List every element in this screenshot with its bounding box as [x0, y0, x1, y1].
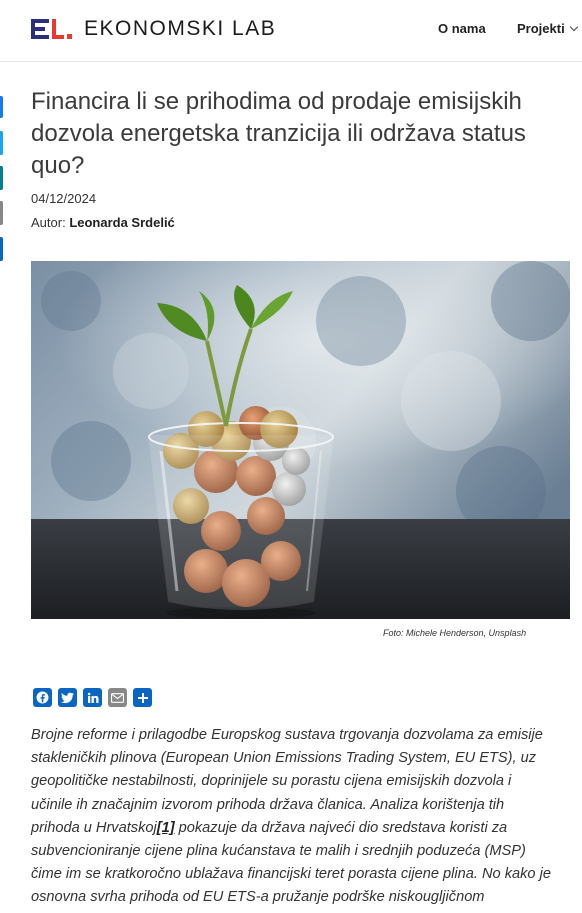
linkedin-share-tab[interactable] — [0, 166, 3, 190]
nav-item-o-nama[interactable]: O nama — [438, 21, 486, 36]
article-date: 04/12/2024 — [31, 191, 97, 206]
article-author: Autor: Leonarda Srdelić — [31, 215, 175, 230]
image-caption: Foto: Michele Henderson, Unsplash — [383, 628, 527, 638]
linkedin-icon[interactable] — [83, 688, 102, 707]
chevron-down-icon — [569, 22, 578, 31]
article-title: Financira li se prihodima od prodaje emi… — [31, 88, 526, 179]
share-plus-icon[interactable] — [133, 688, 152, 707]
author-prefix: Autor: — [31, 215, 66, 230]
email-share-tab[interactable] — [0, 201, 3, 225]
site-header: EKONOMSKI LAB O nama Projekti — [0, 0, 582, 62]
share-buttons — [33, 688, 152, 707]
nav-item-projekti[interactable]: Projekti — [517, 21, 578, 36]
footnote-link[interactable]: [1] — [157, 820, 175, 836]
twitter-share-tab[interactable] — [0, 131, 3, 155]
author-name[interactable]: Leonarda Srdelić — [69, 215, 174, 230]
logo-text: EKONOMSKI LAB — [84, 17, 277, 40]
logo-mark-icon — [31, 18, 72, 40]
twitter-icon[interactable] — [58, 688, 77, 707]
article-paragraph: Brojne reforme i prilagodbe Europskog su… — [31, 724, 556, 913]
facebook-share-tab[interactable] — [0, 96, 3, 118]
email-icon[interactable] — [108, 688, 127, 707]
facebook-icon[interactable] — [33, 688, 52, 707]
nav-item-projekti-label: Projekti — [517, 21, 565, 36]
floating-share-rail — [0, 96, 3, 261]
hero-image — [31, 261, 570, 619]
more-share-tab[interactable] — [0, 237, 3, 261]
site-logo[interactable]: EKONOMSKI LAB — [31, 17, 276, 41]
